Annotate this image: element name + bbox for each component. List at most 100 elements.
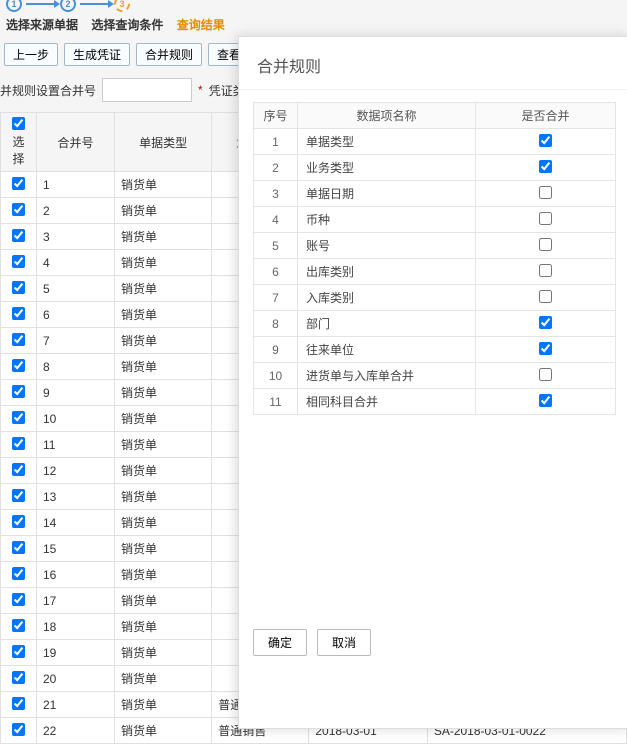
ok-button[interactable]: 确定 — [253, 629, 307, 656]
row-checkbox[interactable] — [12, 281, 25, 294]
rule-name: 单据类型 — [298, 129, 476, 155]
row-checkbox[interactable] — [12, 255, 25, 268]
rule-row: 10进货单与入库单合并 — [254, 363, 616, 389]
cell-doc-type: 销货单 — [115, 250, 212, 276]
rule-idx: 7 — [254, 285, 298, 311]
rule-idx: 8 — [254, 311, 298, 337]
row-checkbox[interactable] — [12, 645, 25, 658]
cell-merge-no: 3 — [37, 224, 115, 250]
rule-name: 往来单位 — [298, 337, 476, 363]
cancel-button[interactable]: 取消 — [317, 629, 371, 656]
row-checkbox[interactable] — [12, 697, 25, 710]
rule-checkbox[interactable] — [539, 368, 552, 381]
row-checkbox[interactable] — [12, 593, 25, 606]
rule-checkbox[interactable] — [539, 394, 552, 407]
row-checkbox[interactable] — [12, 567, 25, 580]
row-checkbox[interactable] — [12, 359, 25, 372]
breadcrumb-result: 查询结果 — [177, 18, 225, 32]
merge-no-input[interactable] — [102, 78, 192, 102]
rule-col-idx: 序号 — [254, 103, 298, 129]
row-checkbox[interactable] — [12, 541, 25, 554]
cell-doc-type: 销货单 — [115, 692, 212, 718]
rule-col-name: 数据项名称 — [298, 103, 476, 129]
rule-checkbox[interactable] — [539, 290, 552, 303]
cell-merge-no: 4 — [37, 250, 115, 276]
cell-doc-type: 销货单 — [115, 484, 212, 510]
rule-idx: 1 — [254, 129, 298, 155]
row-checkbox[interactable] — [12, 723, 25, 736]
cell-doc-type: 销货单 — [115, 328, 212, 354]
rule-checkbox[interactable] — [539, 186, 552, 199]
cell-doc-type: 销货单 — [115, 172, 212, 198]
row-checkbox[interactable] — [12, 515, 25, 528]
cell-merge-no: 12 — [37, 458, 115, 484]
rule-row: 1单据类型 — [254, 129, 616, 155]
rule-row: 5账号 — [254, 233, 616, 259]
row-checkbox[interactable] — [12, 307, 25, 320]
rule-name: 币种 — [298, 207, 476, 233]
merge-rule-button[interactable]: 合并规则 — [136, 43, 202, 66]
rule-name: 单据日期 — [298, 181, 476, 207]
cell-merge-no: 19 — [37, 640, 115, 666]
rule-idx: 5 — [254, 233, 298, 259]
cell-merge-no: 16 — [37, 562, 115, 588]
rule-idx: 9 — [254, 337, 298, 363]
cell-merge-no: 9 — [37, 380, 115, 406]
rule-checkbox[interactable] — [539, 342, 552, 355]
rule-row: 9往来单位 — [254, 337, 616, 363]
cell-merge-no: 22 — [37, 718, 115, 744]
rule-name: 入库类别 — [298, 285, 476, 311]
row-checkbox[interactable] — [12, 203, 25, 216]
cell-merge-no: 10 — [37, 406, 115, 432]
row-checkbox[interactable] — [12, 385, 25, 398]
merge-rule-dialog: 合并规则 序号 数据项名称 是否合并 1单据类型2业务类型3单据日期4币种5账号… — [238, 36, 627, 729]
cell-merge-no: 15 — [37, 536, 115, 562]
rule-checkbox[interactable] — [539, 238, 552, 251]
dialog-title: 合并规则 — [239, 37, 627, 90]
rule-checkbox[interactable] — [539, 212, 552, 225]
col-doc-type: 单据类型 — [115, 113, 212, 172]
rule-row: 2业务类型 — [254, 155, 616, 181]
rule-row: 8部门 — [254, 311, 616, 337]
row-checkbox[interactable] — [12, 333, 25, 346]
row-checkbox[interactable] — [12, 619, 25, 632]
cell-doc-type: 销货单 — [115, 510, 212, 536]
rule-table: 序号 数据项名称 是否合并 1单据类型2业务类型3单据日期4币种5账号6出库类别… — [253, 102, 616, 415]
cell-merge-no: 7 — [37, 328, 115, 354]
rule-idx: 3 — [254, 181, 298, 207]
rule-checkbox[interactable] — [539, 160, 552, 173]
rule-name: 出库类别 — [298, 259, 476, 285]
prev-step-button[interactable]: 上一步 — [4, 43, 58, 66]
rule-idx: 11 — [254, 389, 298, 415]
row-checkbox[interactable] — [12, 229, 25, 242]
cell-doc-type: 销货单 — [115, 536, 212, 562]
cell-merge-no: 14 — [37, 510, 115, 536]
required-icon: * — [198, 83, 203, 97]
row-checkbox[interactable] — [12, 489, 25, 502]
step-1-icon: 1 — [6, 0, 22, 12]
rule-idx: 2 — [254, 155, 298, 181]
rule-idx: 6 — [254, 259, 298, 285]
rule-name: 业务类型 — [298, 155, 476, 181]
cell-merge-no: 18 — [37, 614, 115, 640]
row-checkbox[interactable] — [12, 177, 25, 190]
row-checkbox[interactable] — [12, 437, 25, 450]
rule-checkbox[interactable] — [539, 264, 552, 277]
breadcrumb-source[interactable]: 选择来源单据 — [6, 18, 78, 32]
cell-doc-type: 销货单 — [115, 224, 212, 250]
row-checkbox[interactable] — [12, 463, 25, 476]
select-all-checkbox[interactable] — [12, 117, 25, 130]
cell-merge-no: 1 — [37, 172, 115, 198]
breadcrumb: 选择来源单据 选择查询条件 查询结果 — [0, 12, 627, 37]
rule-checkbox[interactable] — [539, 316, 552, 329]
cell-merge-no: 13 — [37, 484, 115, 510]
cell-doc-type: 销货单 — [115, 406, 212, 432]
cell-merge-no: 11 — [37, 432, 115, 458]
row-checkbox[interactable] — [12, 671, 25, 684]
breadcrumb-criteria[interactable]: 选择查询条件 — [91, 18, 163, 32]
row-checkbox[interactable] — [12, 411, 25, 424]
rule-checkbox[interactable] — [539, 134, 552, 147]
cell-doc-type: 销货单 — [115, 198, 212, 224]
rule-name: 进货单与入库单合并 — [298, 363, 476, 389]
generate-voucher-button[interactable]: 生成凭证 — [64, 43, 130, 66]
